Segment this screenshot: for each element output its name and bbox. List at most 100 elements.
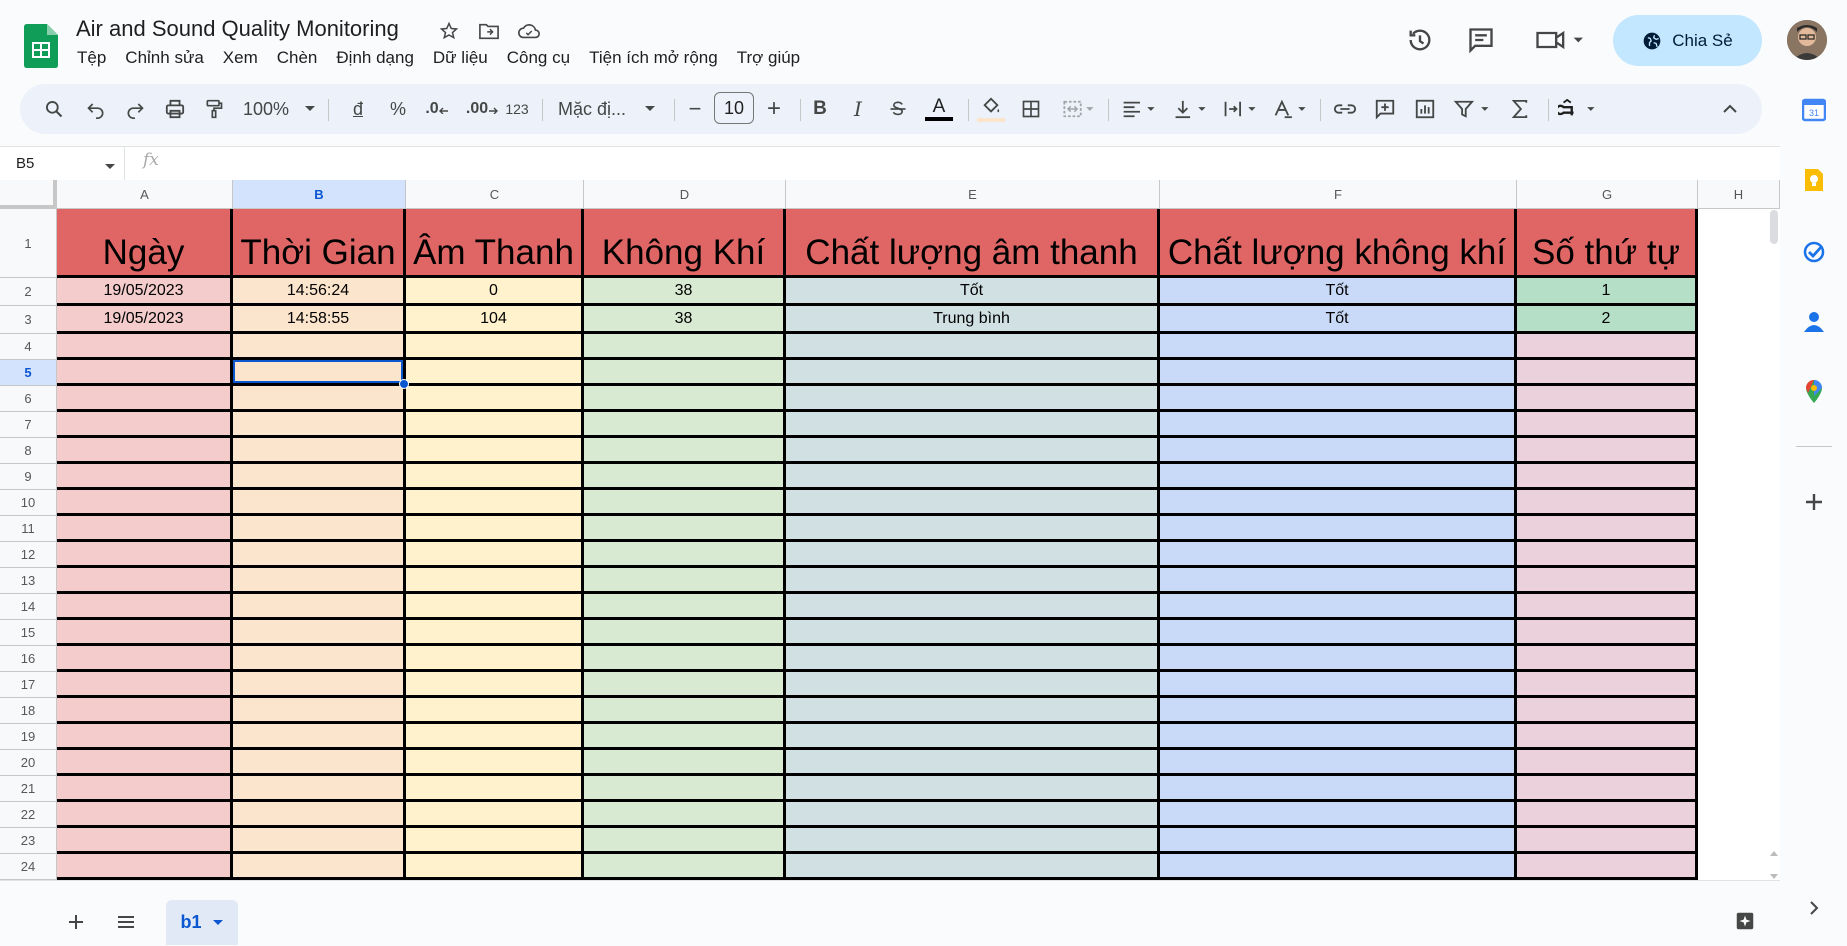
document-title[interactable]: Air and Sound Quality Monitoring — [76, 16, 399, 42]
cell-b8[interactable] — [233, 438, 406, 464]
cell-f21[interactable] — [1160, 776, 1517, 802]
cell-g24[interactable] — [1517, 854, 1698, 880]
row-header-9[interactable]: 9 — [0, 464, 57, 490]
redo-icon[interactable] — [121, 84, 149, 134]
cell-c17[interactable] — [406, 672, 584, 698]
cell-b3[interactable]: 14:58:55 — [233, 306, 406, 334]
cell-a5[interactable] — [57, 360, 233, 386]
cell-e10[interactable] — [786, 490, 1160, 516]
cell-a21[interactable] — [57, 776, 233, 802]
cell-b10[interactable] — [233, 490, 406, 516]
menu-view[interactable]: Xem — [214, 48, 268, 68]
cell-g16[interactable] — [1517, 646, 1698, 672]
cell-e7[interactable] — [786, 412, 1160, 438]
decrease-font-size-button[interactable]: − — [684, 84, 706, 134]
formula-input[interactable] — [180, 150, 1760, 176]
cell-e24[interactable] — [786, 854, 1160, 880]
cell-d19[interactable] — [584, 724, 786, 750]
version-history-icon[interactable] — [1398, 18, 1442, 62]
sheets-logo-icon[interactable] — [24, 24, 58, 68]
text-wrapping-icon[interactable] — [1220, 84, 1262, 134]
cell-a12[interactable] — [57, 542, 233, 568]
cell-c16[interactable] — [406, 646, 584, 672]
cell-e3[interactable]: Trung bình — [786, 306, 1160, 334]
cell-d15[interactable] — [584, 620, 786, 646]
menu-insert[interactable]: Chèn — [268, 48, 328, 68]
cell-d6[interactable] — [584, 386, 786, 412]
insert-chart-icon[interactable] — [1410, 84, 1440, 134]
cell-c8[interactable] — [406, 438, 584, 464]
cell-d4[interactable] — [584, 334, 786, 360]
menu-tools[interactable]: Công cụ — [498, 48, 580, 68]
bold-button[interactable]: B — [808, 84, 832, 134]
cell-b9[interactable] — [233, 464, 406, 490]
cell-f20[interactable] — [1160, 750, 1517, 776]
row-header-17[interactable]: 17 — [0, 672, 57, 698]
cell-c10[interactable] — [406, 490, 584, 516]
row-header-12[interactable]: 12 — [0, 542, 57, 568]
cell-b12[interactable] — [233, 542, 406, 568]
cell-a18[interactable] — [57, 698, 233, 724]
cell-b16[interactable] — [233, 646, 406, 672]
paint-format-icon[interactable] — [201, 84, 227, 134]
cell-b20[interactable] — [233, 750, 406, 776]
text-rotation-icon[interactable] — [1270, 84, 1312, 134]
sheet-tab-dropdown-icon[interactable] — [212, 919, 224, 927]
cell-c12[interactable] — [406, 542, 584, 568]
cell-g1[interactable]: Số thứ tự — [1517, 209, 1698, 278]
cell-b4[interactable] — [233, 334, 406, 360]
merge-cells-icon[interactable] — [1058, 84, 1098, 134]
cell-f24[interactable] — [1160, 854, 1517, 880]
scroll-down-icon[interactable] — [1769, 868, 1779, 879]
cell-b15[interactable] — [233, 620, 406, 646]
cell-c13[interactable] — [406, 568, 584, 594]
spreadsheet-grid[interactable]: A B C D E F G H 1 Ngày Thời Gian Âm Thanh Không Khí C… — [0, 180, 1780, 880]
cell-d5[interactable] — [584, 360, 786, 386]
column-header-f[interactable]: F — [1160, 180, 1517, 209]
cell-e11[interactable] — [786, 516, 1160, 542]
cell-c20[interactable] — [406, 750, 584, 776]
cell-b13[interactable] — [233, 568, 406, 594]
sheet-tab-b1[interactable]: b1 — [166, 900, 238, 945]
cell-d11[interactable] — [584, 516, 786, 542]
show-side-panel-icon[interactable] — [1796, 890, 1832, 926]
currency-format-button[interactable]: đ — [344, 84, 372, 134]
increase-font-size-button[interactable]: + — [762, 84, 786, 134]
filter-icon[interactable] — [1450, 84, 1496, 134]
row-header-24[interactable]: 24 — [0, 854, 57, 880]
font-size-input[interactable]: 10 — [714, 92, 754, 124]
row-header-2[interactable]: 2 — [0, 278, 57, 306]
italic-button[interactable]: I — [846, 84, 870, 134]
cell-a7[interactable] — [57, 412, 233, 438]
cell-c22[interactable] — [406, 802, 584, 828]
insert-comment-icon[interactable] — [1370, 84, 1400, 134]
cell-b18[interactable] — [233, 698, 406, 724]
row-header-18[interactable]: 18 — [0, 698, 57, 724]
cell-g2[interactable]: 1 — [1517, 278, 1698, 306]
cell-e14[interactable] — [786, 594, 1160, 620]
cell-f19[interactable] — [1160, 724, 1517, 750]
zoom-dropdown-icon[interactable] — [302, 84, 318, 134]
cell-f15[interactable] — [1160, 620, 1517, 646]
cell-c23[interactable] — [406, 828, 584, 854]
cell-g8[interactable] — [1517, 438, 1698, 464]
cell-d22[interactable] — [584, 802, 786, 828]
cell-f12[interactable] — [1160, 542, 1517, 568]
cell-e18[interactable] — [786, 698, 1160, 724]
cell-g12[interactable] — [1517, 542, 1698, 568]
cell-e16[interactable] — [786, 646, 1160, 672]
cell-f6[interactable] — [1160, 386, 1517, 412]
collapse-toolbar-icon[interactable] — [1716, 84, 1744, 134]
cell-f18[interactable] — [1160, 698, 1517, 724]
cell-f5[interactable] — [1160, 360, 1517, 386]
select-all-corner[interactable] — [0, 180, 57, 209]
cell-e6[interactable] — [786, 386, 1160, 412]
cell-g20[interactable] — [1517, 750, 1698, 776]
cell-a4[interactable] — [57, 334, 233, 360]
cell-g18[interactable] — [1517, 698, 1698, 724]
cell-e1[interactable]: Chất lượng âm thanh — [786, 209, 1160, 278]
cell-a11[interactable] — [57, 516, 233, 542]
cell-c15[interactable] — [406, 620, 584, 646]
percent-format-button[interactable]: % — [384, 84, 412, 134]
row-header-11[interactable]: 11 — [0, 516, 57, 542]
